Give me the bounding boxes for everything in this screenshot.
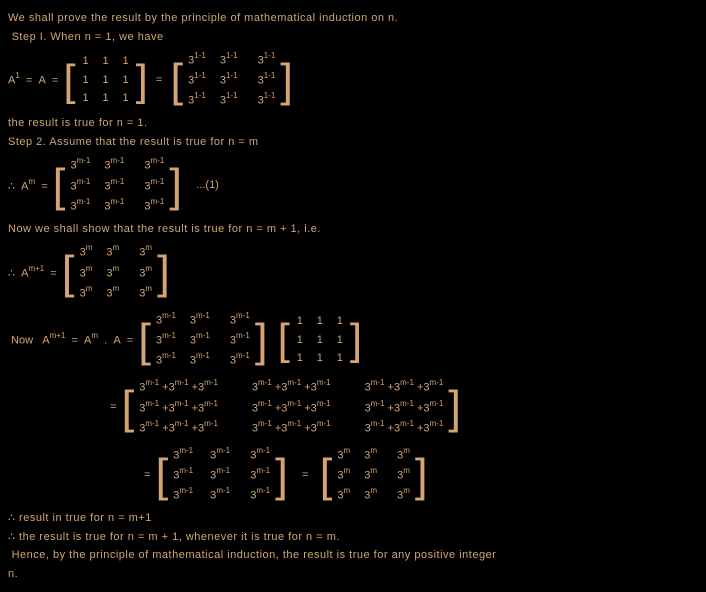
- matrix-ones: [ 111 111 111 ]: [62, 50, 148, 110]
- conclusion-n: n.: [8, 566, 706, 583]
- proof-step2: Step 2. Assume that the result is true f…: [8, 134, 706, 151]
- step1-text: Step I. When n = 1, we have: [12, 31, 164, 43]
- show-m1: Now we shall show that the result is tru…: [8, 221, 706, 238]
- matrix-threem1-b: [ 3m-13m-1 3m-1 3m-13m-1 3m-1 3m-13m-1 3…: [137, 308, 268, 372]
- matrix-threem: [ 3m3m 3m 3m3m 3m 3m3m 3m ]: [61, 240, 171, 304]
- matrix-three1: [ 31-131-1 31-1 31-131-1 31-1 31-131-1 3…: [169, 48, 294, 112]
- eq-sign-f1: =: [144, 467, 150, 484]
- am1-lhs: ∴ Am+1 =: [8, 264, 57, 282]
- conclusion: Hence, by the principle of mathematical …: [8, 547, 706, 564]
- matrix-threem1: [ 3m-13m-1 3m-1 3m-13m-1 3m-1 3m-13m-1 3…: [52, 153, 183, 217]
- matrix-threem1-c: [ 3m-1 3m-1 3m-1 3m-1 3m-1 3m-1 3m-1 3m-…: [154, 443, 288, 507]
- eq-am1: ∴ Am+1 = [ 3m3m 3m 3m3m 3m 3m3m 3m ]: [8, 240, 706, 304]
- eq-sign-sum: =: [110, 399, 116, 416]
- matrix-threem-b: [ 3m3m 3m 3m3m 3m 3m3m 3m ]: [319, 443, 429, 507]
- eq-a1: A1 = A = [ 111 111 111 ] = [ 31-131-1 31…: [8, 48, 706, 112]
- conclusion-text: Hence, by the principle of mathematical …: [12, 549, 497, 561]
- eq-am: ∴ Am = [ 3m-13m-1 3m-1 3m-13m-1 3m-1 3m-…: [8, 153, 706, 217]
- now-lhs: Now Am+1 = Am . A =: [8, 331, 133, 349]
- matrix-sum: [ 3m-1 +3m-1 +3m-13m-1 +3m-1 +3m-13m-1 +…: [120, 375, 462, 439]
- result-n1: the result is true for n = 1.: [8, 115, 706, 132]
- result-true: ∴ the result is true for n = m + 1, when…: [8, 529, 706, 546]
- eq1-label: ...(1): [187, 177, 219, 194]
- result-m1: ∴ result in true for n = m+1: [8, 510, 706, 527]
- am-lhs: ∴ Am =: [8, 177, 48, 195]
- eq-sign-f2: =: [293, 467, 315, 484]
- proof-line-1: We shall prove the result by the princip…: [8, 10, 706, 27]
- eq-now: Now Am+1 = Am . A = [ 3m-13m-1 3m-1 3m-1…: [8, 308, 706, 372]
- eq-sum: = [ 3m-1 +3m-1 +3m-13m-1 +3m-1 +3m-13m-1…: [110, 375, 706, 439]
- matrix-ones-b: [ 111 111 111 ]: [277, 310, 363, 370]
- a1-lhs: A1 = A =: [8, 71, 58, 89]
- eq-sign: =: [153, 72, 166, 89]
- proof-step1: Step I. When n = 1, we have: [8, 29, 706, 46]
- eq-final: = [ 3m-1 3m-1 3m-1 3m-1 3m-1 3m-1 3m-1 3…: [144, 443, 706, 507]
